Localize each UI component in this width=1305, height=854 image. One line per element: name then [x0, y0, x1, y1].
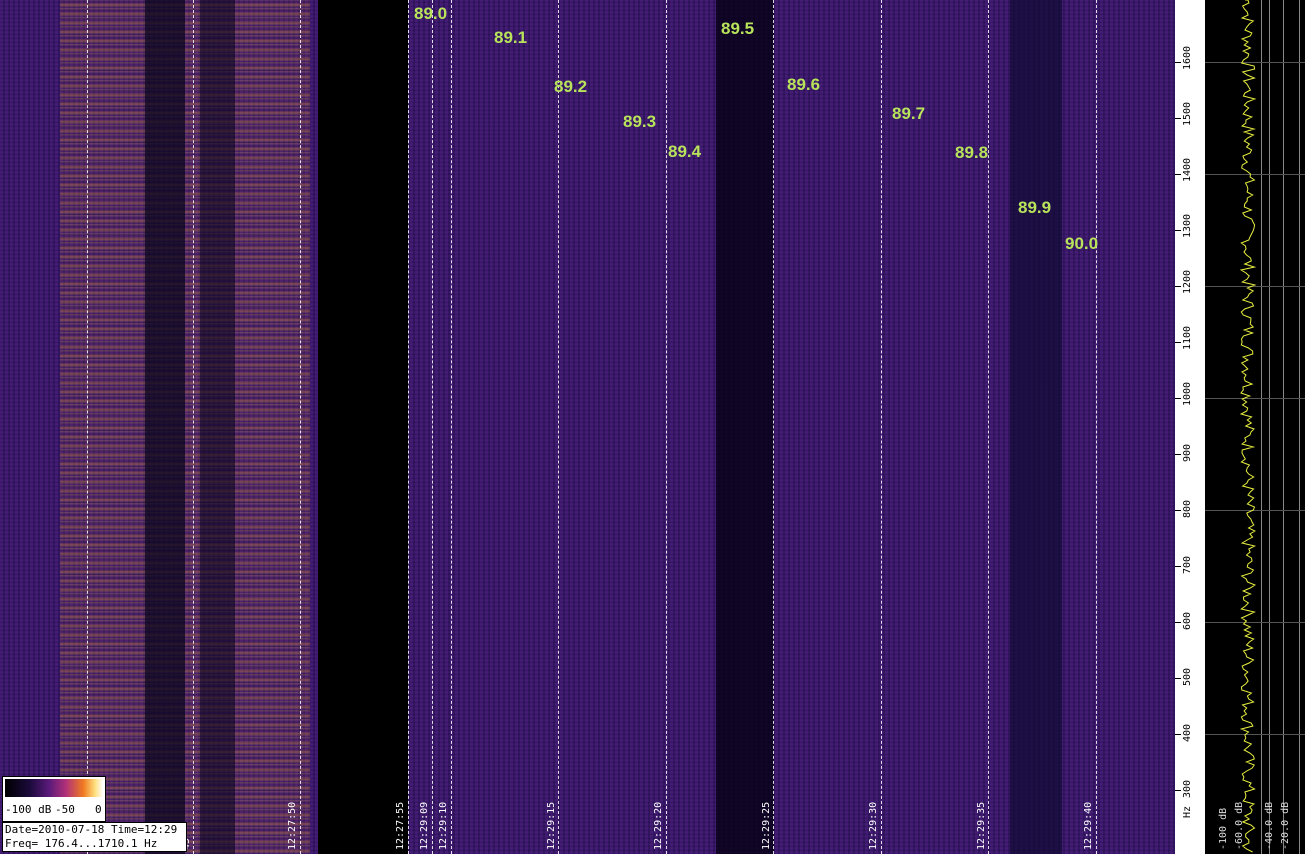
freq-tick	[1175, 678, 1181, 679]
freq-tick	[1175, 118, 1181, 119]
freq-tick-label: 1500	[1182, 101, 1193, 126]
colorbar-mid-label: -50	[55, 803, 75, 816]
time-gridline	[87, 0, 88, 854]
frequency-range-line: Freq= 176.4...1710.1 Hz	[5, 837, 158, 850]
fm-frequency-label: 89.4	[668, 142, 702, 161]
date-time-line: Date=2010-07-18 Time=12:29	[5, 823, 178, 836]
bright-signal-band	[60, 0, 310, 854]
time-label: 12:29:25	[761, 801, 772, 850]
dark-stripe	[1010, 0, 1062, 854]
time-label: 12:29:20	[653, 801, 664, 850]
time-label: 12:29:09	[419, 801, 430, 850]
db-label: -60.0 dB	[1234, 801, 1245, 850]
black-gap	[318, 0, 408, 854]
freq-tick	[1175, 790, 1181, 791]
time-gridline	[193, 0, 194, 854]
freq-tick	[1175, 510, 1181, 511]
time-gridline	[1096, 0, 1097, 854]
frequency-axis: 1600 1500 1400 1300 1200 1100 1000 900 8…	[1175, 0, 1205, 854]
spectrum-trace	[1239, 0, 1257, 853]
fm-frequency-label: 89.2	[554, 77, 588, 96]
colorbar-min-label: -100 dB	[5, 803, 52, 816]
fm-frequency-label: 89.8	[955, 143, 989, 162]
time-gridline	[773, 0, 774, 854]
freq-tick-label: 600	[1182, 611, 1193, 630]
freq-tick-label: 900	[1182, 443, 1193, 462]
freq-tick	[1175, 398, 1181, 399]
dark-stripe	[145, 0, 185, 854]
fm-frequency-label: 89.7	[892, 104, 926, 123]
info-box: Date=2010-07-18 Time=12:29 Freq= 176.4..…	[2, 822, 187, 852]
freq-tick-label: 1300	[1182, 213, 1193, 238]
db-label: -100 dB	[1218, 807, 1229, 850]
freq-tick-label: 1200	[1182, 269, 1193, 294]
dark-stripe	[716, 0, 774, 854]
freq-tick	[1175, 566, 1181, 567]
fm-frequency-label: 89.1	[494, 28, 528, 47]
freq-tick-label: 400	[1182, 723, 1193, 742]
time-label: 12:29:15	[546, 801, 557, 850]
time-gridline	[881, 0, 882, 854]
time-gridline	[988, 0, 989, 854]
freq-tick	[1175, 342, 1181, 343]
freq-tick-label: 300	[1182, 779, 1193, 798]
freq-tick-label: 800	[1182, 499, 1193, 518]
colorbar-legend: -100 dB -50 0	[2, 776, 106, 822]
time-label: 12:27:55	[395, 801, 406, 850]
time-label: 12:29:40	[1083, 801, 1094, 850]
time-gridline	[300, 0, 301, 854]
spectrogram-waterfall: 45 12:27:50 12:27:55 12:29:09 12:29:10 1…	[0, 0, 1175, 854]
db-label: -40.0 dB	[1264, 801, 1275, 850]
colorbar-gradient	[5, 779, 103, 797]
time-label: 12:29:30	[868, 801, 879, 850]
fm-frequency-label: 89.5	[721, 19, 755, 38]
fm-frequency-label: 89.0	[414, 4, 448, 23]
fm-frequency-label: 89.6	[787, 75, 821, 94]
time-label: 12:29:10	[438, 801, 449, 850]
freq-tick	[1175, 286, 1181, 287]
freq-tick-label: 700	[1182, 555, 1193, 574]
time-gridline	[408, 0, 409, 854]
freq-tick-label: 1400	[1182, 157, 1193, 182]
freq-tick	[1175, 174, 1181, 175]
fm-frequency-label: 89.3	[623, 112, 657, 131]
freq-tick	[1175, 622, 1181, 623]
level-spectrum-panel: -100 dB -60.0 dB -40.0 dB -20.0 dB	[1205, 0, 1305, 854]
freq-tick-label: 1600	[1182, 45, 1193, 70]
freq-tick	[1175, 734, 1181, 735]
dark-stripe	[200, 0, 235, 854]
freq-tick-label: 500	[1182, 667, 1193, 686]
freq-tick-label: 1000	[1182, 381, 1193, 406]
time-gridline	[432, 0, 433, 854]
db-label: -20.0 dB	[1280, 801, 1291, 850]
time-gridline	[451, 0, 452, 854]
freq-unit-label: Hz	[1182, 805, 1193, 818]
freq-tick	[1175, 62, 1181, 63]
freq-tick-label: 1100	[1182, 325, 1193, 350]
colorbar-max-label: 0	[95, 803, 102, 816]
time-label: 12:27:50	[287, 801, 298, 850]
fm-frequency-label: 89.9	[1018, 198, 1052, 217]
time-gridline	[558, 0, 559, 854]
freq-tick	[1175, 454, 1181, 455]
freq-tick	[1175, 230, 1181, 231]
time-gridline	[666, 0, 667, 854]
fm-frequency-label: 90.0	[1065, 234, 1099, 253]
time-label: 12:29:35	[976, 801, 987, 850]
